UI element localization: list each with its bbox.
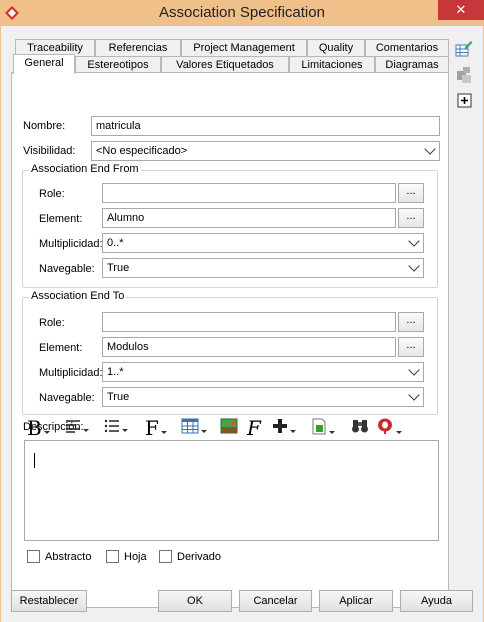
association-end-from-group: Association End From Role: ... Element: … bbox=[22, 163, 438, 288]
ok-button[interactable]: OK bbox=[158, 590, 232, 612]
tab-estereotipos[interactable]: Estereotipos bbox=[75, 56, 161, 73]
to-role-label: Role: bbox=[39, 317, 65, 329]
visibilidad-label: Visibilidad: bbox=[23, 145, 76, 157]
from-multiplicidad-select[interactable]: 0..* bbox=[102, 233, 424, 253]
list-icon[interactable] bbox=[104, 419, 128, 439]
chevron-down-icon bbox=[122, 428, 128, 432]
chevron-down-icon bbox=[424, 143, 436, 155]
shapes-icon[interactable] bbox=[455, 66, 473, 84]
list-lines-icon bbox=[104, 419, 119, 433]
tab-comentarios[interactable]: Comentarios bbox=[365, 39, 449, 56]
tab-valores-etiquetados[interactable]: Valores Etiquetados bbox=[161, 56, 289, 73]
tab-quality[interactable]: Quality bbox=[307, 39, 365, 56]
cancelar-button[interactable]: Cancelar bbox=[239, 590, 312, 612]
chevron-down-icon bbox=[83, 428, 89, 432]
to-multiplicidad-select[interactable]: 1..* bbox=[102, 362, 424, 382]
from-element-label: Element: bbox=[39, 213, 83, 225]
tab-project-management[interactable]: Project Management bbox=[181, 39, 307, 56]
window-title: Association Specification bbox=[159, 4, 325, 21]
association-end-to-group: Association End To Role: ... Element: Mo… bbox=[22, 290, 438, 415]
font-icon[interactable]: F bbox=[145, 416, 167, 440]
nombre-label: Nombre: bbox=[23, 120, 66, 132]
title-bar: Association Specification ✕ bbox=[0, 0, 484, 26]
bold-glyph: B bbox=[27, 416, 42, 440]
tab-general[interactable]: General bbox=[13, 54, 75, 74]
binoculars-icon[interactable] bbox=[351, 418, 369, 438]
from-role-browse-button[interactable]: ... bbox=[398, 183, 424, 203]
restablecer-button[interactable]: Restablecer bbox=[11, 590, 87, 612]
document-icon[interactable] bbox=[311, 418, 335, 438]
image-icon[interactable] bbox=[220, 418, 238, 438]
edit-table-icon[interactable] bbox=[455, 40, 473, 58]
derivado-checkbox[interactable] bbox=[159, 550, 172, 563]
to-role-input[interactable] bbox=[102, 312, 396, 332]
hoja-label: Hoja bbox=[124, 551, 147, 563]
association-end-from-title: Association End From bbox=[29, 163, 141, 175]
tab-referencias[interactable]: Referencias bbox=[95, 39, 181, 56]
from-role-input[interactable] bbox=[102, 183, 396, 203]
to-element-browse-button[interactable]: ... bbox=[398, 337, 424, 357]
aplicar-button[interactable]: Aplicar bbox=[319, 590, 393, 612]
from-navegable-label: Navegable: bbox=[39, 263, 95, 275]
close-button[interactable]: ✕ bbox=[438, 0, 484, 20]
dialog-body: Traceability Referencias Project Managem… bbox=[0, 26, 484, 622]
align-icon[interactable] bbox=[65, 419, 89, 439]
nombre-input[interactable]: matricula bbox=[91, 116, 440, 136]
visibilidad-select[interactable]: <No especificado> bbox=[91, 141, 440, 161]
tab-diagramas[interactable]: Diagramas bbox=[375, 56, 449, 73]
from-navegable-value: True bbox=[107, 262, 130, 274]
text-caret bbox=[34, 453, 35, 468]
from-navegable-select[interactable]: True bbox=[102, 258, 424, 278]
to-role-browse-button[interactable]: ... bbox=[398, 312, 424, 332]
plus-icon bbox=[273, 419, 287, 433]
from-element-browse-button[interactable]: ... bbox=[398, 208, 424, 228]
green-document-icon bbox=[312, 418, 326, 435]
table-grid-icon bbox=[181, 418, 199, 434]
from-role-label: Role: bbox=[39, 188, 65, 200]
chevron-down-icon bbox=[43, 430, 50, 434]
binoculars-shape-icon bbox=[352, 420, 368, 433]
to-navegable-label: Navegable: bbox=[39, 392, 95, 404]
chevron-down-icon bbox=[290, 429, 296, 433]
to-multiplicidad-label: Multiplicidad: bbox=[39, 367, 103, 379]
from-element-input[interactable]: Alumno bbox=[102, 208, 396, 228]
visibilidad-value: <No especificado> bbox=[96, 145, 188, 157]
association-end-to-title: Association End To bbox=[29, 290, 127, 302]
ayuda-button[interactable]: Ayuda bbox=[400, 590, 473, 612]
descripcion-editor[interactable] bbox=[24, 440, 439, 541]
tab-limitaciones[interactable]: Limitaciones bbox=[289, 56, 375, 73]
chevron-down-icon bbox=[408, 389, 420, 401]
abstracto-checkbox[interactable] bbox=[27, 550, 40, 563]
from-multiplicidad-label: Multiplicidad: bbox=[39, 238, 103, 250]
insert-icon[interactable] bbox=[272, 418, 296, 438]
chevron-down-icon bbox=[201, 429, 207, 433]
align-lines-icon bbox=[66, 420, 80, 433]
font-glyph: F bbox=[145, 416, 159, 440]
spellcheck-icon[interactable] bbox=[376, 418, 402, 438]
chevron-down-icon bbox=[329, 430, 335, 434]
derivado-label: Derivado bbox=[177, 551, 222, 563]
chevron-down-icon bbox=[408, 364, 420, 376]
from-multiplicidad-value: 0..* bbox=[107, 237, 124, 249]
function-glyph: F bbox=[247, 416, 261, 440]
spell-circle-icon bbox=[378, 418, 392, 434]
bold-icon[interactable]: B bbox=[27, 416, 50, 440]
table-icon[interactable] bbox=[181, 418, 207, 438]
picture-icon bbox=[220, 418, 238, 434]
chevron-down-icon bbox=[396, 430, 402, 434]
to-element-label: Element: bbox=[39, 342, 83, 354]
hoja-checkbox[interactable] bbox=[106, 550, 119, 563]
chevron-down-icon bbox=[408, 235, 420, 247]
to-element-input[interactable]: Modulos bbox=[102, 337, 396, 357]
to-multiplicidad-value: 1..* bbox=[107, 366, 124, 378]
add-icon[interactable] bbox=[456, 92, 474, 110]
abstracto-label: Abstracto bbox=[45, 551, 92, 563]
to-navegable-select[interactable]: True bbox=[102, 387, 424, 407]
function-icon[interactable]: F bbox=[247, 416, 261, 440]
chevron-down-icon bbox=[408, 260, 420, 272]
chevron-down-icon bbox=[160, 430, 167, 434]
to-navegable-value: True bbox=[107, 391, 130, 403]
